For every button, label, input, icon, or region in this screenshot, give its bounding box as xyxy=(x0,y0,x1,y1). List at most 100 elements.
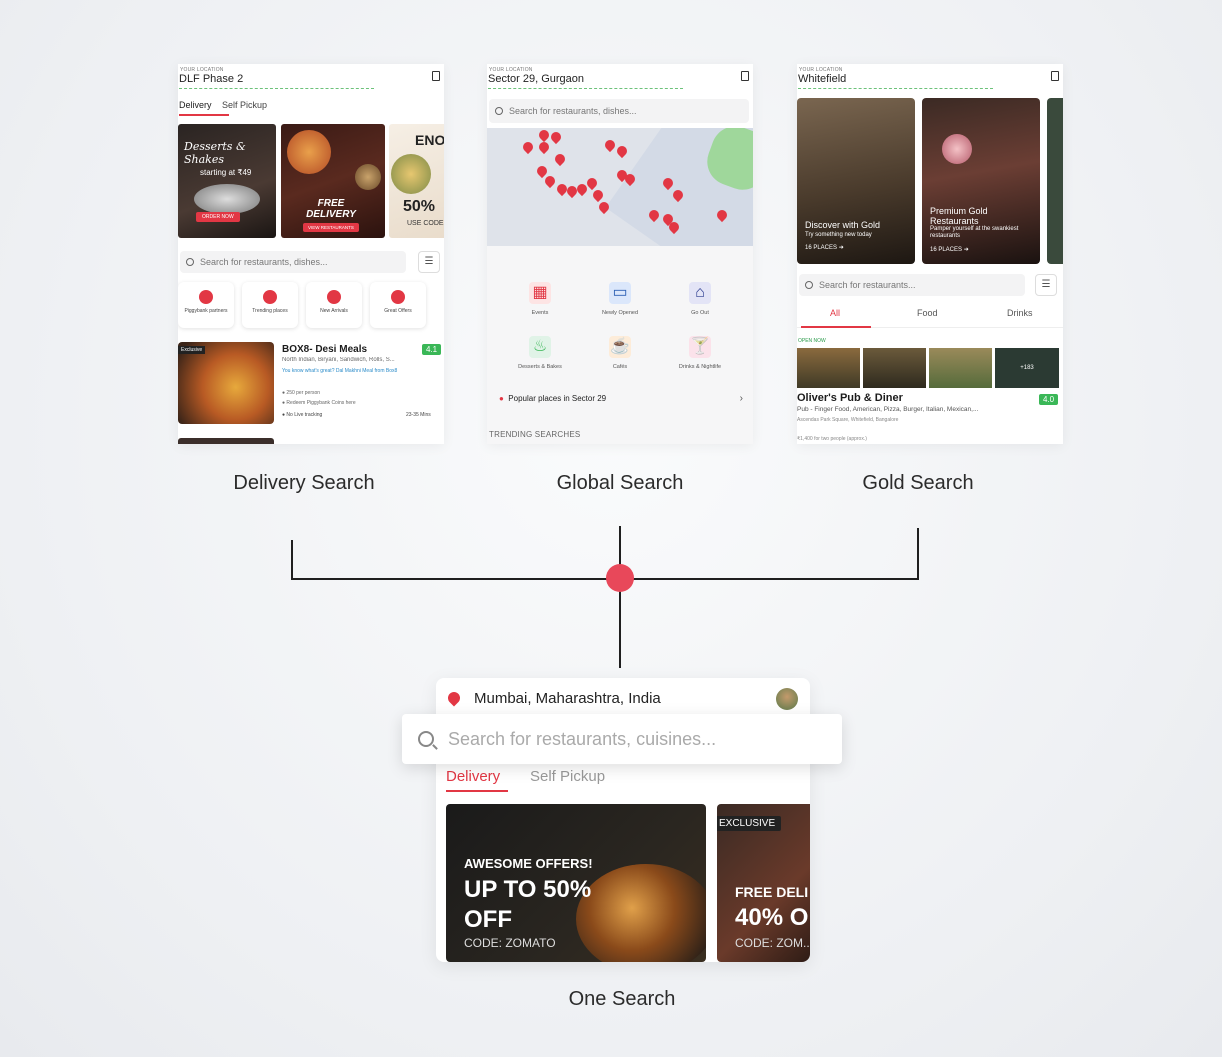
card-title: Discover with Gold xyxy=(805,220,881,230)
map-view[interactable] xyxy=(487,128,753,246)
bookmark-icon[interactable] xyxy=(741,71,749,81)
banner-headline-1: UP TO 50% xyxy=(464,876,592,903)
map-pin[interactable] xyxy=(520,139,536,155)
tab-all[interactable]: All xyxy=(830,308,840,318)
tab-delivery[interactable]: Delivery xyxy=(446,768,500,785)
location-underline xyxy=(179,88,374,89)
pizza-image xyxy=(287,130,331,174)
icon-label: Desserts & Bakes xyxy=(518,364,562,370)
icon-label: Cafés xyxy=(612,364,628,370)
tab-delivery[interactable]: Delivery xyxy=(179,100,212,110)
active-tab-indicator xyxy=(801,326,871,328)
bookmark-icon[interactable] xyxy=(1051,71,1059,81)
tab-drinks[interactable]: Drinks xyxy=(1007,308,1033,318)
location-value[interactable]: DLF Phase 2 xyxy=(179,73,243,85)
category-trending[interactable]: Trending places xyxy=(242,282,298,328)
places-count: 16 PLACES xyxy=(805,245,838,251)
icon-go-out[interactable]: ⌂ Go Out xyxy=(660,282,740,316)
category-piggybank[interactable]: Piggybank partners xyxy=(178,282,234,328)
restaurant-card[interactable]: Exclusive BOX8- Desi Meals 4.1 North Ind… xyxy=(178,342,444,424)
icon-cafes[interactable]: ☕ Cafés xyxy=(580,336,660,370)
caption-delivery-search: Delivery Search xyxy=(233,472,375,494)
billboard-icon: ▭ xyxy=(609,282,631,304)
banner-free-delivery[interactable]: FREE DELIVERY VIEW RESTAURANTS xyxy=(281,124,385,238)
bookmark-icon[interactable] xyxy=(432,71,440,81)
photo xyxy=(929,348,992,388)
popular-places-row[interactable]: ● Popular places in Sector 29 › xyxy=(499,393,743,404)
global-search-screenshot: YOUR LOCATION Sector 29, Gurgaon Search … xyxy=(487,64,753,444)
active-tab-indicator xyxy=(446,790,508,792)
connector-horizontal xyxy=(291,578,919,580)
offer-banner-exclusive[interactable]: EXCLUSIVE FREE DELI 40% O CODE: ZOM... xyxy=(717,804,810,962)
storefront-icon: ⌂ xyxy=(689,282,711,304)
search-input[interactable]: Search for restaurants, dishes... xyxy=(489,99,749,123)
address-text: Ascendas Park Square, Whitefield, Bangal… xyxy=(797,417,899,423)
banner-desserts[interactable]: Desserts & Shakes starting at ₹49 ORDER … xyxy=(178,124,276,238)
icon-label: Go Out xyxy=(691,310,709,316)
banner-cta[interactable]: ORDER NOW xyxy=(196,212,240,222)
category-great-offers[interactable]: Great Offers xyxy=(370,282,426,328)
category-label: Piggybank partners xyxy=(184,308,228,314)
coffee-icon: ☕ xyxy=(609,336,631,358)
cuisines-text: North Indian, Biryani, Sandwich, Rolls, … xyxy=(282,357,395,363)
gold-search-screenshot: YOUR LOCATION Whitefield Discover with G… xyxy=(797,64,1063,444)
restaurant-name[interactable]: BOX8- Desi Meals xyxy=(282,344,367,355)
piggy-row: ● Redeem Piggybank Coins here xyxy=(282,400,356,406)
location-value[interactable]: Whitefield xyxy=(798,73,846,85)
avatar[interactable] xyxy=(776,688,798,710)
filter-icon[interactable]: ☰ xyxy=(418,251,440,273)
caption-one-search: One Search xyxy=(568,988,676,1010)
map-pin[interactable] xyxy=(542,173,558,189)
banner-cta[interactable]: VIEW RESTAURANTS xyxy=(303,223,359,232)
search-placeholder: Search for restaurants, dishes... xyxy=(509,106,637,116)
category-label: New Arrivals xyxy=(320,308,348,314)
popular-label: Popular places in Sector 29 xyxy=(508,394,607,403)
map-pin[interactable] xyxy=(536,128,552,143)
location-value[interactable]: Sector 29, Gurgaon xyxy=(488,73,584,85)
cupcake-icon: ♨ xyxy=(529,336,551,358)
rating-badge: 4.1 xyxy=(422,344,442,355)
banner-headline-2: OFF xyxy=(464,906,512,933)
search-input[interactable]: Search for restaurants, cuisines... xyxy=(402,714,842,764)
icon-label: Events xyxy=(531,310,549,316)
banner-kicker: AWESOME OFFERS! xyxy=(464,856,593,871)
map-pin[interactable] xyxy=(614,143,630,159)
piggybank-icon xyxy=(199,290,213,304)
gold-card-discover[interactable]: Discover with Gold Try something new tod… xyxy=(797,98,915,264)
map-pin[interactable] xyxy=(590,187,606,203)
search-icon xyxy=(805,281,813,289)
photo-strip[interactable]: +183 xyxy=(797,348,1063,388)
search-input[interactable]: Search for restaurants... xyxy=(799,274,1025,296)
icon-events[interactable]: ▦ Events xyxy=(500,282,580,316)
icon-drinks[interactable]: 🍸 Drinks & Nightlife xyxy=(660,336,740,370)
map-pin[interactable] xyxy=(552,151,568,167)
search-input[interactable]: Search for restaurants, dishes... xyxy=(180,251,406,273)
places-count: 16 PLACES xyxy=(930,247,963,253)
icon-desserts[interactable]: ♨ Desserts & Bakes xyxy=(500,336,580,370)
tab-self-pickup[interactable]: Self Pickup xyxy=(530,768,605,785)
banner-code: CODE: ZOMATO xyxy=(464,936,556,950)
tab-food[interactable]: Food xyxy=(917,308,938,318)
filter-icon[interactable]: ☰ xyxy=(1035,274,1057,296)
connector-down xyxy=(619,580,621,668)
icon-newly-opened[interactable]: ▭ Newly Opened xyxy=(580,282,660,316)
restaurant-name[interactable]: Oliver's Pub & Diner xyxy=(797,392,903,404)
photo-more[interactable]: +183 xyxy=(995,348,1059,388)
tab-self-pickup[interactable]: Self Pickup xyxy=(222,100,267,110)
trending-searches-heading: TRENDING SEARCHES xyxy=(489,430,581,439)
trending-icon xyxy=(263,290,277,304)
caption-global-search: Global Search xyxy=(556,472,684,494)
gold-card-premium[interactable]: Premium Gold Restaurants Pamper yourself… xyxy=(922,98,1040,264)
gold-card-partial[interactable] xyxy=(1047,98,1063,264)
map-pin[interactable] xyxy=(602,137,618,153)
card-subtitle: Try something new today xyxy=(805,232,872,238)
banner-eno[interactable]: ENO 50% USE CODE xyxy=(389,124,444,238)
offer-banner-zomato[interactable]: AWESOME OFFERS! UP TO 50% OFF CODE: ZOMA… xyxy=(446,804,706,962)
card-places: 16 PLACES ➜ xyxy=(805,244,844,251)
price-text: 250 per person xyxy=(286,390,321,396)
cuisines-text: Pub - Finger Food, American, Pizza, Burg… xyxy=(797,406,979,413)
map-pin[interactable] xyxy=(548,129,564,145)
category-new-arrivals[interactable]: New Arrivals xyxy=(306,282,362,328)
location-value[interactable]: Mumbai, Maharashtra, India xyxy=(474,690,661,707)
card-title: Premium Gold Restaurants xyxy=(930,206,988,226)
